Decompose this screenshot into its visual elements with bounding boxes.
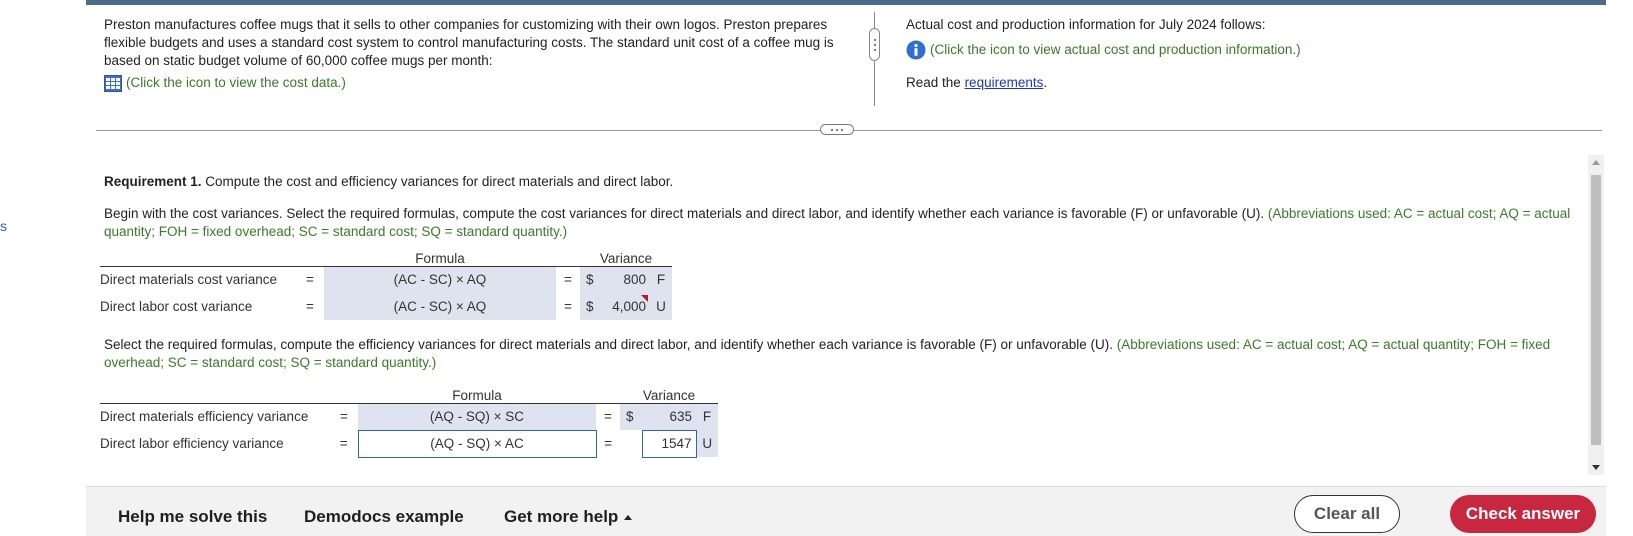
demodocs-example-button[interactable]: Demodocs example (304, 507, 464, 527)
row-label: Direct materials efficiency variance (100, 409, 309, 425)
intro-text: Preston manufactures coffee mugs that it… (104, 17, 834, 68)
table-row: Direct materials efficiency variance = (… (100, 403, 718, 430)
efficiency-instructions-wrap: Select the required formulas, compute th… (104, 336, 1574, 372)
info-icon[interactable] (906, 40, 926, 60)
check-answer-button[interactable]: Check answer (1450, 495, 1596, 533)
fu-select[interactable]: U (650, 293, 672, 320)
requirement-content: Requirement 1. Compute the cost and effi… (104, 173, 1574, 241)
cost-instructions: Begin with the cost variances. Select th… (104, 206, 1571, 239)
formula-select[interactable]: (AQ - SQ) × SC (358, 403, 596, 430)
content-scrollbar[interactable] (1588, 155, 1604, 475)
horizontal-splitter-handle[interactable] (820, 124, 854, 135)
variance-header: Variance (620, 385, 718, 404)
content-clip-mask (86, 471, 1586, 486)
requirements-link[interactable]: requirements (965, 75, 1044, 90)
row-label: Direct materials cost variance (100, 272, 278, 288)
actual-info-link[interactable]: (Click the icon to view actual cost and … (906, 40, 1546, 60)
fu-select[interactable]: U (696, 430, 718, 457)
error-marker-icon (641, 295, 648, 302)
bottom-toolbar: Help me solve this Demodocs example Get … (86, 486, 1606, 536)
problem-intro: Preston manufactures coffee mugs that it… (104, 16, 844, 92)
cost-data-link-text[interactable]: (Click the icon to view the cost data.) (126, 74, 346, 92)
table-grid-icon[interactable] (104, 74, 122, 92)
variance-input[interactable]: 4,000 (602, 293, 650, 320)
variance-header: Variance (580, 248, 672, 267)
vertical-splitter-handle[interactable] (869, 28, 880, 61)
question-frame: Preston manufactures coffee mugs that it… (86, 0, 1606, 536)
top-accent-bar (86, 0, 1606, 5)
fu-select[interactable]: F (650, 266, 672, 293)
get-more-help-button[interactable]: Get more help (504, 507, 633, 527)
scroll-thumb[interactable] (1591, 175, 1601, 445)
scroll-up-icon[interactable] (1592, 160, 1600, 165)
formula-select[interactable]: (AC - SC) × AQ (324, 266, 556, 293)
row-label: Direct labor efficiency variance (100, 436, 284, 451)
formula-select[interactable]: (AC - SC) × AQ (324, 293, 556, 320)
formula-header: Formula (358, 385, 596, 404)
formula-select[interactable]: (AQ - SQ) × AC (357, 429, 597, 458)
variance-input[interactable]: 800 (602, 266, 650, 293)
left-panel-stub-text: s (0, 218, 7, 234)
help-me-solve-button[interactable]: Help me solve this (118, 507, 267, 527)
caret-up-icon (624, 515, 633, 521)
formula-header: Formula (324, 248, 556, 267)
variance-input[interactable]: 1547 (641, 429, 697, 458)
actual-info-panel: Actual cost and production information f… (906, 16, 1546, 92)
clear-all-button[interactable]: Clear all (1294, 495, 1400, 533)
variance-input[interactable]: 635 (642, 403, 696, 430)
read-requirements: Read the requirements. (906, 75, 1048, 90)
scroll-down-icon[interactable] (1592, 465, 1600, 470)
table-row: Direct labor efficiency variance = (AQ -… (100, 429, 718, 458)
fu-select[interactable]: F (696, 403, 718, 430)
cost-variance-table: Formula Variance Direct materials cost v… (100, 248, 672, 320)
row-label: Direct labor cost variance (100, 299, 253, 314)
table-row: Direct labor cost variance = (AC - SC) ×… (100, 293, 672, 320)
efficiency-variance-table: Formula Variance Direct materials effici… (100, 385, 718, 458)
actual-info-link-text[interactable]: (Click the icon to view actual cost and … (930, 41, 1301, 59)
actual-info-text: Actual cost and production information f… (906, 17, 1266, 32)
requirement-title: Requirement 1. Compute the cost and effi… (104, 174, 674, 189)
table-row: Direct materials cost variance = (AC - S… (100, 266, 672, 293)
efficiency-instructions: Select the required formulas, compute th… (104, 337, 1551, 370)
cost-data-link[interactable]: (Click the icon to view the cost data.) (104, 74, 844, 92)
